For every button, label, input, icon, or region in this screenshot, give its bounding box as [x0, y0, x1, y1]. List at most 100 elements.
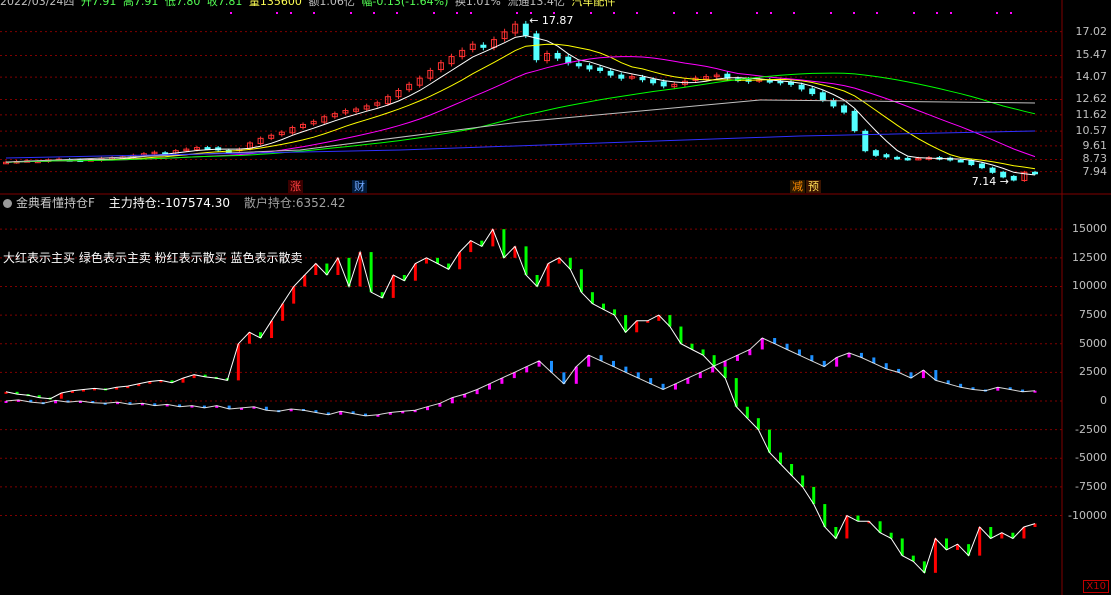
main-position-bar — [524, 246, 528, 275]
candle-body — [968, 160, 975, 166]
candle-body — [830, 100, 837, 107]
indicator-tick-label: 0 — [1100, 394, 1107, 407]
badge-yu[interactable]: 预 — [806, 180, 821, 193]
candle-body — [480, 44, 487, 48]
main-position-bar — [624, 315, 628, 333]
quote-volume: 量135600 — [248, 0, 302, 8]
signal-marker — [793, 12, 795, 14]
main-position-bar — [391, 275, 395, 298]
retail-position-bar — [760, 338, 764, 350]
signal-marker — [350, 12, 352, 14]
candle-body — [660, 81, 667, 87]
candle-body — [522, 23, 529, 36]
candle-body — [618, 74, 625, 79]
indicator-menu-icon[interactable] — [3, 199, 12, 208]
indicator-name[interactable]: 金典看懂持仓F — [16, 196, 95, 210]
candle-body — [883, 154, 890, 158]
indicator-tick-label: 12500 — [1072, 250, 1107, 264]
candle-body — [809, 88, 816, 95]
indicator-tick-label: -2500 — [1075, 422, 1107, 436]
signal-marker — [290, 12, 292, 14]
signal-marker — [1010, 12, 1012, 14]
signal-marker — [530, 12, 532, 14]
candle-body — [597, 67, 604, 71]
badge-jianchi[interactable]: 减 — [790, 180, 805, 193]
quote-amount: 额1.06亿 — [308, 0, 355, 8]
signal-marker — [770, 12, 772, 14]
indicator-tick-label: -5000 — [1075, 451, 1107, 465]
indicator-tick-label: -10000 — [1068, 508, 1107, 522]
quote-open: 开7.91 — [80, 0, 117, 8]
signal-marker — [230, 12, 232, 14]
signal-marker — [373, 12, 375, 14]
signal-marker — [996, 12, 998, 14]
quote-change: 幅-0.13(-1.64%) — [361, 0, 449, 8]
signal-marker — [853, 12, 855, 14]
signal-marker — [913, 12, 915, 14]
candle-body — [586, 65, 593, 70]
main-position-bar — [900, 538, 904, 556]
candle-body — [554, 52, 561, 59]
price-tick-label: 7.94 — [1082, 164, 1108, 178]
indicator-tick-label: 5000 — [1079, 336, 1107, 350]
indicator-legend-note: 大红表示主买 绿色表示主卖 粉红表示散买 蓝色表示散卖 — [3, 251, 303, 265]
quote-float: 流通13.4亿 — [507, 0, 565, 8]
main-position-bar — [502, 229, 506, 258]
signal-marker — [433, 12, 435, 14]
main-position-bar — [978, 527, 982, 556]
signal-marker — [756, 12, 758, 14]
quote-date: 2022/03/24四 — [0, 0, 75, 8]
badge-zhang[interactable]: 涨 — [288, 180, 303, 193]
signal-marker — [313, 12, 315, 14]
retail-position-bar — [934, 370, 938, 381]
candle-body — [1010, 175, 1017, 181]
signal-marker — [936, 12, 938, 14]
main-position-value: -107574.30 — [160, 196, 231, 210]
stock-chart[interactable]: ← 17.87 7.14 → — [0, 0, 1111, 595]
price-tick-label: 17.02 — [1075, 24, 1108, 38]
signal-marker — [470, 12, 472, 14]
main-position-bar — [734, 378, 738, 407]
price-tick-label: 14.07 — [1075, 70, 1108, 84]
main-position-bar — [413, 263, 417, 281]
candle-body — [894, 156, 901, 160]
signal-marker — [516, 12, 518, 14]
main-position-bar — [369, 252, 373, 293]
candle-body — [989, 167, 996, 173]
candle-body — [798, 84, 805, 90]
indicator-tick-label: 2500 — [1079, 365, 1107, 379]
candle-body — [872, 150, 879, 156]
price-tick-label: 11.62 — [1075, 107, 1108, 121]
candle-body — [851, 110, 858, 132]
main-position-bar — [845, 515, 849, 539]
scale-indicator[interactable]: X10 — [1083, 580, 1109, 593]
candle-body — [204, 147, 211, 150]
quote-sector[interactable]: 汽车配件 — [571, 0, 615, 8]
candle-body — [957, 159, 964, 163]
main-position-bar — [812, 486, 816, 505]
signal-marker — [553, 12, 555, 14]
retail-position-bar — [587, 355, 591, 367]
signal-marker — [590, 12, 592, 14]
retail-position-label: 散户持仓: — [243, 196, 296, 210]
ma5-line — [5, 35, 1036, 176]
indicator-tick-label: -7500 — [1075, 479, 1107, 493]
price-tick-label: 8.73 — [1082, 152, 1108, 166]
main-position-bar — [823, 504, 827, 527]
candle-body — [607, 70, 614, 76]
main-position-bar — [281, 303, 285, 321]
signal-marker — [613, 12, 615, 14]
candle-body — [650, 79, 657, 84]
price-tick-label: 12.62 — [1075, 92, 1108, 106]
ma10-line — [5, 43, 1036, 170]
price-low-label: 7.14 → — [972, 175, 1009, 188]
candle-body — [766, 80, 773, 83]
ma60-line — [5, 72, 1036, 163]
quote-low: 低7.80 — [164, 0, 201, 8]
ma20-line — [5, 56, 1036, 163]
quote-turnover: 换1.01% — [454, 0, 501, 8]
candle-body — [841, 105, 848, 113]
candle-body — [819, 92, 826, 101]
quote-close: 收7.81 — [206, 0, 243, 8]
badge-cai[interactable]: 财 — [352, 180, 367, 193]
